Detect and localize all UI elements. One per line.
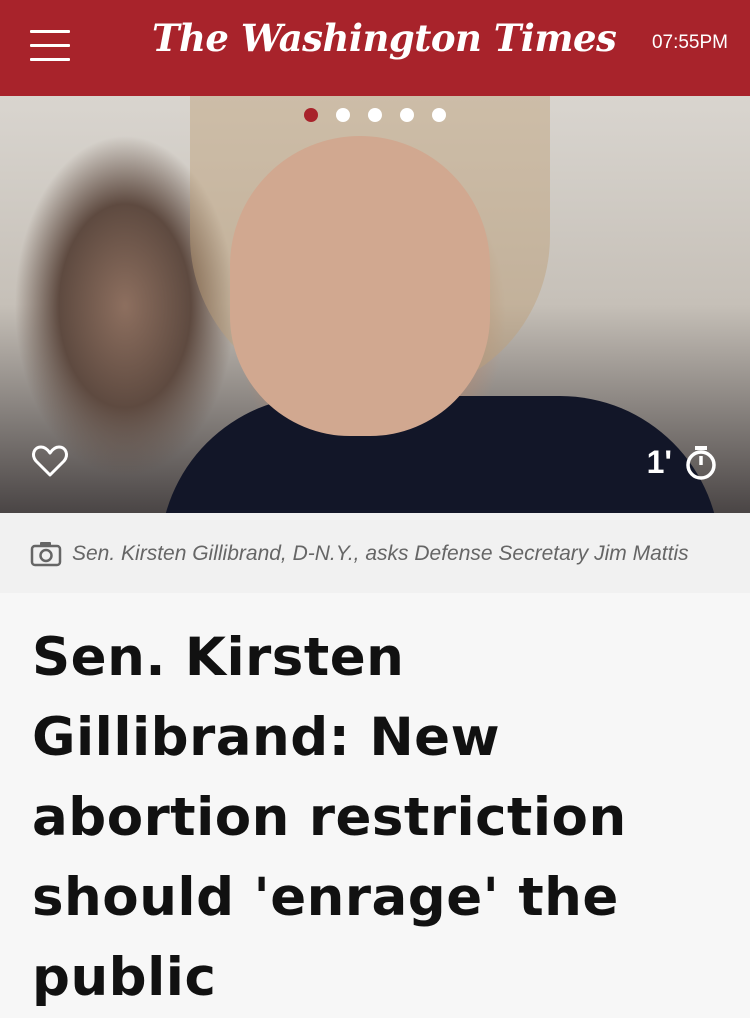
carousel-dot-1[interactable] <box>304 108 318 122</box>
carousel-dot-2[interactable] <box>336 108 350 122</box>
status-time: 07:55PM <box>651 32 728 53</box>
read-time-value: 1' <box>646 444 672 480</box>
hamburger-menu-icon[interactable] <box>30 30 70 62</box>
carousel-dot-3[interactable] <box>368 108 382 122</box>
hero-photo-suit <box>160 396 720 513</box>
carousel-dot-5[interactable] <box>432 108 446 122</box>
article-headline[interactable]: Sen. Kirsten Gillibrand: New abortion re… <box>32 618 712 1018</box>
camera-icon <box>30 542 62 567</box>
carousel-dot-4[interactable] <box>400 108 414 122</box>
caption-text: Sen. Kirsten Gillibrand, D-N.Y., asks De… <box>72 542 689 565</box>
stopwatch-icon <box>686 445 716 480</box>
carousel-dots <box>0 108 750 122</box>
read-time: 1' <box>647 444 718 481</box>
site-logo[interactable]: The Washington Times <box>152 16 617 60</box>
photo-caption[interactable]: Sen. Kirsten Gillibrand, D-N.Y., asks De… <box>0 513 750 593</box>
hero-photo-face <box>230 136 490 436</box>
app-header: The Washington Times 07:55PM <box>0 0 750 96</box>
hero-image[interactable]: 1' <box>0 96 750 513</box>
heart-icon[interactable] <box>30 441 70 481</box>
